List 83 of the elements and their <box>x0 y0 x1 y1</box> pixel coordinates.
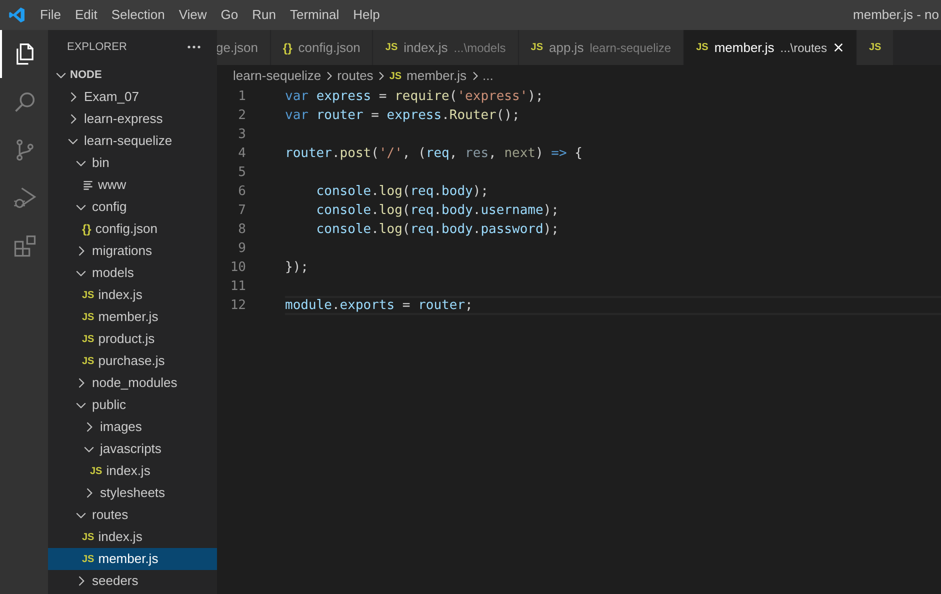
js-file-icon: JS <box>385 40 398 55</box>
line-number: 10 <box>229 258 246 277</box>
tree-item[interactable]: www <box>48 174 217 196</box>
js-file-icon: JS <box>82 288 94 302</box>
line-number: 1 <box>237 88 246 106</box>
menu-item[interactable]: View <box>172 5 214 25</box>
line-number: 2 <box>237 106 246 125</box>
breadcrumb-item[interactable]: JS member.js <box>389 66 467 86</box>
tree-item[interactable]: migrations <box>48 240 217 262</box>
tree-item[interactable]: JS member.js <box>48 306 217 328</box>
tree-item[interactable]: learn-express <box>48 108 217 130</box>
js-file-icon: JS <box>82 354 94 368</box>
code-line: var express = require('express'); <box>285 88 544 106</box>
breadcrumb-item[interactable]: ... <box>482 66 494 86</box>
js-file-icon: JS <box>82 530 94 544</box>
window-title: member.js - no <box>853 6 940 24</box>
menu-item[interactable]: File <box>33 5 68 25</box>
js-file-icon: JS <box>90 464 102 478</box>
js-file-icon: JS <box>82 310 94 324</box>
menu-item[interactable]: Help <box>346 5 387 25</box>
tree-item[interactable]: Exam_07 <box>48 86 217 108</box>
js-file-icon: JS <box>868 40 882 55</box>
line-number: 11 <box>229 278 246 296</box>
line-number: 4 <box>237 144 246 163</box>
tree-item[interactable]: public <box>48 394 217 416</box>
tree-item[interactable]: JS product.js <box>48 328 217 350</box>
tree-item[interactable]: {} config.json <box>48 218 217 240</box>
app-logo-icon <box>8 6 26 24</box>
json-file-icon: {} <box>82 220 92 238</box>
line-number: 12 <box>229 296 246 315</box>
sidebar-title: EXPLORER <box>67 40 127 55</box>
tree-item[interactable]: JS index.js <box>48 284 217 306</box>
tree-item[interactable]: node_modules <box>48 372 217 394</box>
js-file-icon: JS <box>82 552 94 566</box>
js-file-icon: JS <box>530 40 543 55</box>
line-number: 3 <box>237 126 246 144</box>
line-number: 6 <box>237 182 246 201</box>
editor-tab[interactable]: JS <box>856 30 894 65</box>
tree-item[interactable]: stylesheets <box>48 482 217 504</box>
menu-item[interactable]: Go <box>214 5 246 25</box>
code-line: }); <box>285 258 308 277</box>
menu-item[interactable]: Edit <box>68 5 104 25</box>
line-number: 7 <box>237 202 246 220</box>
tree-item[interactable]: JS member.js <box>48 548 217 570</box>
breadcrumb-item[interactable]: learn-sequelize <box>233 66 322 86</box>
tree-item[interactable]: JS index.js <box>48 526 217 548</box>
run-debug-icon <box>12 185 38 211</box>
line-number: 5 <box>237 164 246 182</box>
js-file-icon: JS <box>82 332 94 346</box>
js-file-icon: JS <box>389 68 402 84</box>
js-file-icon: JS <box>696 40 708 55</box>
tree-item[interactable]: javascripts <box>48 438 217 460</box>
workspace-header[interactable]: NODE <box>48 64 217 86</box>
menu-item[interactable]: Terminal <box>283 5 346 25</box>
menu-item[interactable]: Selection <box>104 5 172 25</box>
more-icon[interactable] <box>187 45 201 49</box>
code-line: console.log(req.body.username); <box>315 202 559 220</box>
editor-tab[interactable]: JS app.js learn-sequelize <box>518 30 684 65</box>
line-number: 9 <box>237 240 246 258</box>
editor-tab[interactable]: JS member.js ...\routes <box>684 30 857 65</box>
tree-item[interactable]: models <box>48 262 217 284</box>
line-number: 8 <box>237 220 246 239</box>
tree-item[interactable]: learn-sequelize <box>48 130 217 152</box>
editor-tab[interactable]: JS index.js ...\models <box>373 30 519 65</box>
tree-item[interactable]: images <box>48 416 217 438</box>
tree-item[interactable]: JS index.js <box>48 460 217 482</box>
text-file-icon <box>82 179 94 191</box>
breadcrumb-item[interactable]: routes <box>337 66 374 86</box>
tree-item[interactable]: seeders <box>48 570 217 592</box>
code-line: module.exports = router; <box>285 296 473 315</box>
code-line: router.post('/', (req, res, next) => { <box>285 144 582 163</box>
code-line: var router = express.Router(); <box>285 106 520 125</box>
editor-tab[interactable]: {} config.json <box>270 30 374 65</box>
tree-item[interactable]: bin <box>48 152 217 174</box>
json-file-icon: {} <box>282 38 292 56</box>
tree-item[interactable]: config <box>48 196 217 218</box>
tree-item[interactable]: JS purchase.js <box>48 350 217 372</box>
code-line: console.log(req.body.password); <box>315 220 559 239</box>
close-icon[interactable] <box>832 42 844 53</box>
code-line: console.log(req.body); <box>315 182 489 201</box>
extensions-icon <box>12 233 38 259</box>
menu-item[interactable]: Run <box>245 5 283 25</box>
tree-item[interactable]: routes <box>48 504 217 526</box>
